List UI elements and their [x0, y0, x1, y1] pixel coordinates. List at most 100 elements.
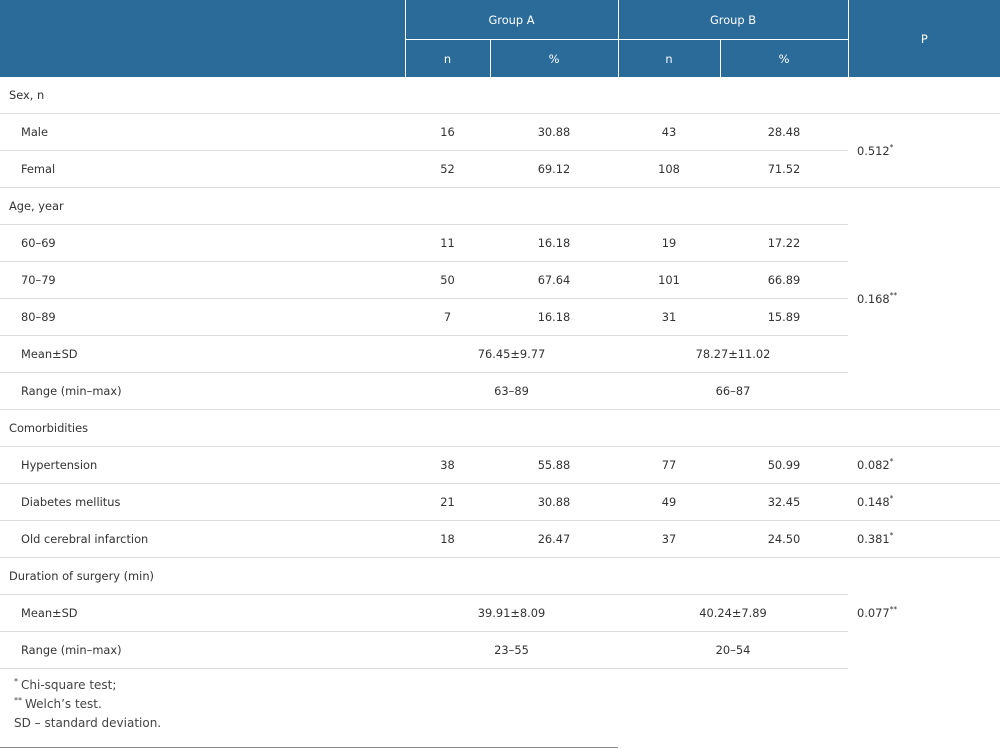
footnote-text: Chi-square test;	[21, 678, 117, 692]
p-value-mark: *	[889, 531, 894, 541]
header-p: P	[847, 0, 1000, 77]
group-a-range: 63–89	[405, 372, 618, 410]
footnote-text: Welch’s test.	[25, 697, 102, 711]
p-value-mark: *	[889, 142, 894, 152]
group-a-mean: 76.45±9.77	[405, 335, 618, 373]
section-title: Sex, n	[0, 77, 405, 114]
group-b-pct: 71.52	[720, 150, 848, 188]
table-footnotes: * Chi-square test; ** Welch’s test. SD – s…	[0, 662, 618, 748]
header-group-a: Group A	[404, 0, 618, 40]
table-row: Hypertension 38 55.88 77 50.99 0.082*	[0, 446, 1000, 484]
table-figure: Group A Group B P n % n % Sex, n Male 16…	[0, 0, 1000, 749]
group-a-pct: 67.64	[490, 261, 618, 299]
group-a-pct: 55.88	[490, 446, 618, 484]
p-value: 0.381	[857, 532, 890, 546]
p-value-cell: 0.381*	[848, 520, 1000, 558]
row-label: 70–79	[0, 261, 405, 299]
group-b-pct: 28.48	[720, 113, 848, 151]
row-label: Hypertension	[0, 446, 405, 484]
group-b-mean: 78.27±11.02	[618, 335, 848, 373]
group-a-n: 18	[405, 520, 490, 558]
section-title: Comorbidities	[0, 409, 405, 447]
row-label: Diabetes mellitus	[0, 483, 405, 521]
p-value-cell: 0.077**	[848, 558, 1000, 669]
group-a-pct: 69.12	[490, 150, 618, 188]
p-value-cell: 0.148*	[848, 483, 1000, 521]
group-a-mean: 39.91±8.09	[405, 594, 618, 632]
group-b-n: 19	[618, 224, 720, 262]
section-row-age: Age, year 0.168**	[0, 187, 1000, 410]
p-value-cell: 0.082*	[848, 446, 1000, 484]
section-row-comorbidities: Comorbidities	[0, 409, 1000, 447]
footnote: ** Welch’s test.	[14, 695, 618, 714]
group-b-pct: 17.22	[720, 224, 848, 262]
p-value: 0.148	[857, 495, 890, 509]
header-blank-cell	[0, 0, 405, 77]
header-group-b-pct: %	[719, 39, 848, 77]
table-row: Male 16 30.88 43 28.48 0.512*	[0, 113, 1000, 188]
group-a-pct: 16.18	[490, 298, 618, 336]
header-group-b-n: n	[617, 39, 720, 77]
group-b-n: 43	[618, 113, 720, 151]
p-value-mark: *	[889, 457, 894, 467]
footnote-mark: **	[14, 696, 22, 705]
row-label: Old cerebral infarction	[0, 520, 405, 558]
group-a-pct: 30.88	[490, 483, 618, 521]
p-value: 0.077	[857, 606, 890, 621]
group-a-n: 38	[405, 446, 490, 484]
p-value-cell: 0.168**	[848, 187, 1000, 410]
header-group-a-pct: %	[489, 39, 618, 77]
group-a-n: 7	[405, 298, 490, 336]
group-b-range: 20–54	[618, 631, 848, 669]
row-label: Range (min–max)	[0, 372, 405, 410]
p-value-mark: **	[889, 605, 898, 615]
footnote-mark: *	[14, 677, 18, 686]
group-b-n: 108	[618, 150, 720, 188]
section-title: Age, year	[0, 187, 405, 225]
row-label: Femal	[0, 150, 405, 188]
demographics-table: Group A Group B P n % n % Sex, n Male 16…	[0, 0, 1000, 669]
group-a-n: 21	[405, 483, 490, 521]
group-b-pct: 66.89	[720, 261, 848, 299]
group-a-n: 11	[405, 224, 490, 262]
section-row-sex: Sex, n	[0, 77, 1000, 114]
row-label: Mean±SD	[0, 335, 405, 373]
table-row: Diabetes mellitus 21 30.88 49 32.45 0.14…	[0, 483, 1000, 521]
p-value: 0.168	[857, 291, 890, 306]
group-b-pct: 50.99	[720, 446, 848, 484]
p-value-mark: **	[889, 290, 898, 300]
p-value-mark: *	[889, 494, 894, 504]
group-a-n: 50	[405, 261, 490, 299]
group-b-n: 31	[618, 298, 720, 336]
section-title: Duration of surgery (min)	[0, 557, 405, 595]
row-label: Mean±SD	[0, 594, 405, 632]
group-a-n: 16	[405, 113, 490, 151]
group-a-n: 52	[405, 150, 490, 188]
group-a-pct: 26.47	[490, 520, 618, 558]
p-value: 0.082	[857, 458, 890, 472]
group-b-n: 49	[618, 483, 720, 521]
p-value-cell: 0.512*	[848, 113, 1000, 188]
group-b-range: 66–87	[618, 372, 848, 410]
table-header: Group A Group B P n % n %	[0, 0, 1000, 77]
group-b-mean: 40.24±7.89	[618, 594, 848, 632]
group-b-n: 37	[618, 520, 720, 558]
group-a-pct: 16.18	[490, 224, 618, 262]
section-row-surgery: Duration of surgery (min) 0.077**	[0, 557, 1000, 620]
group-b-n: 77	[618, 446, 720, 484]
group-b-pct: 24.50	[720, 520, 848, 558]
row-label: 80–89	[0, 298, 405, 336]
footnote-text: SD – standard deviation.	[14, 716, 162, 730]
footnote: SD – standard deviation.	[14, 714, 618, 733]
row-label: 60–69	[0, 224, 405, 262]
group-a-pct: 30.88	[490, 113, 618, 151]
header-group-b: Group B	[617, 0, 848, 40]
group-b-pct: 32.45	[720, 483, 848, 521]
footnote: * Chi-square test;	[14, 676, 618, 695]
row-label: Male	[0, 113, 405, 151]
group-b-pct: 15.89	[720, 298, 848, 336]
group-b-n: 101	[618, 261, 720, 299]
header-group-a-n: n	[404, 39, 490, 77]
p-value: 0.512	[857, 143, 890, 158]
table-row: Old cerebral infarction 18 26.47 37 24.5…	[0, 520, 1000, 558]
